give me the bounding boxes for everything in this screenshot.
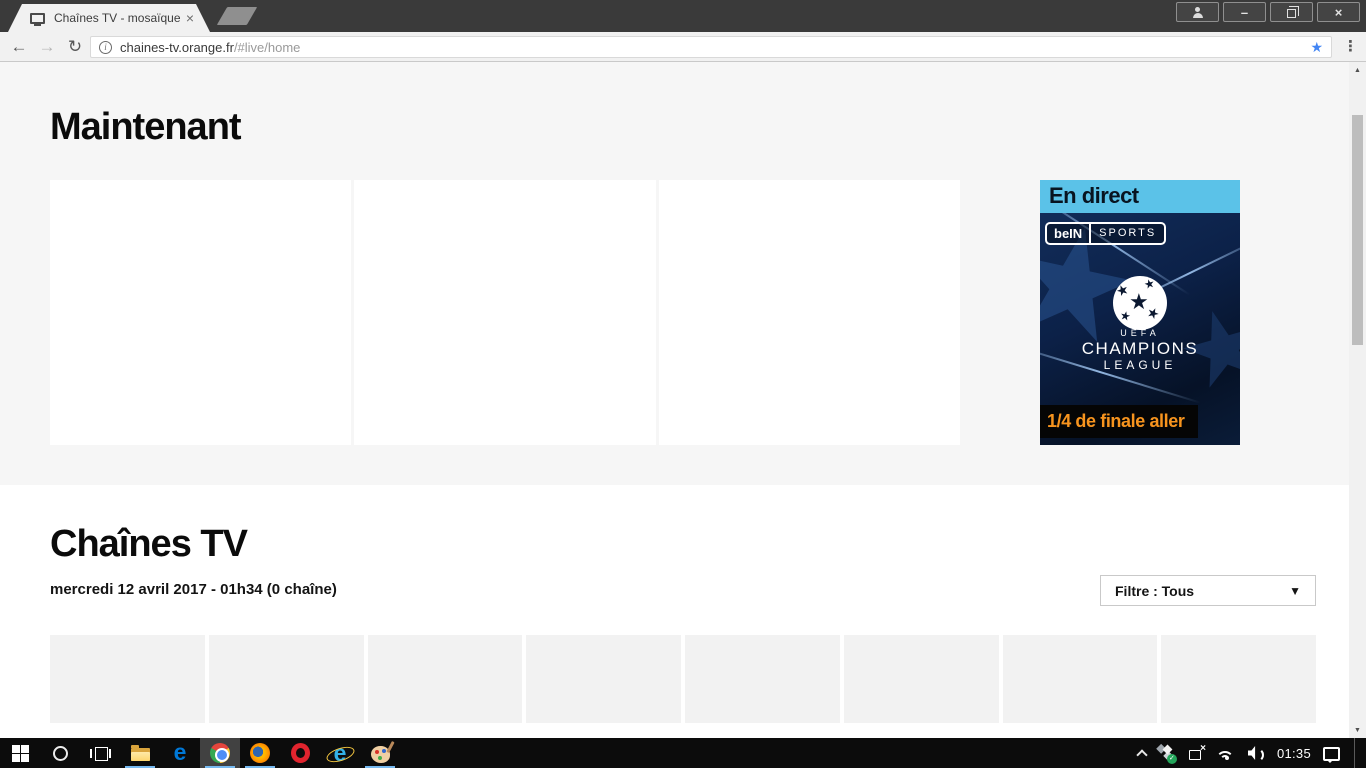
channel-tile[interactable]	[685, 635, 840, 723]
now-title: Maintenant	[50, 106, 242, 148]
task-view-icon	[89, 746, 111, 761]
channels-date-count: mercredi 12 avril 2017 - 01h34 (0 chaîne…	[50, 581, 337, 598]
url-text: chaines-tv.orange.fr/#live/home	[120, 40, 1302, 55]
restore-button[interactable]	[1270, 2, 1313, 22]
volume-icon[interactable]	[1248, 746, 1265, 762]
minimize-button[interactable]: –	[1223, 2, 1266, 22]
action-center-icon[interactable]	[1323, 746, 1340, 763]
forward-button[interactable]: →	[36, 35, 58, 59]
section-now: Maintenant ★ ★ En direct beIN SPORTS ★ ★ ★…	[0, 62, 1349, 485]
channel-tile[interactable]	[1002, 635, 1158, 723]
uefa-starball-icon: ★ ★ ★ ★ ★	[1113, 276, 1167, 330]
start-button[interactable]	[0, 738, 40, 768]
firefox-button[interactable]	[240, 738, 280, 768]
ad-footer-text: 1/4 de finale aller	[1040, 405, 1198, 438]
show-desktop-button[interactable]	[1354, 738, 1358, 768]
channel-tile[interactable]	[367, 635, 523, 723]
internet-explorer-icon	[329, 743, 351, 763]
windows-logo-icon	[11, 744, 29, 762]
filter-dropdown[interactable]: Filtre : Tous ▼	[1100, 575, 1316, 606]
internet-explorer-button[interactable]	[320, 738, 360, 768]
paint-button[interactable]	[360, 738, 400, 768]
paint-icon	[370, 745, 390, 763]
edge-button[interactable]	[160, 738, 200, 768]
cortana-search-button[interactable]	[40, 738, 80, 768]
league-wordmark: LEAGUE	[1103, 358, 1177, 372]
edge-icon	[174, 742, 187, 765]
page-info-icon[interactable]: i	[99, 40, 112, 54]
browser-menu-icon[interactable]: ⋮	[1343, 37, 1358, 55]
tab-close-icon[interactable]: ×	[186, 11, 194, 25]
taskbar-clock[interactable]: 01:35	[1277, 746, 1311, 761]
chrome-icon	[210, 743, 230, 763]
tab-title: Chaînes TV - mosaïque	[54, 11, 180, 25]
url-host: chaines-tv.orange.fr	[120, 39, 234, 55]
live-badge: En direct	[1040, 180, 1240, 213]
now-card[interactable]	[50, 180, 352, 445]
taskbar: 01:35	[0, 738, 1366, 768]
tray-expand-chevron-icon[interactable]	[1136, 749, 1148, 761]
new-tab-button[interactable]	[216, 7, 258, 25]
close-button[interactable]: ×	[1317, 2, 1360, 22]
window-controls: – ×	[1176, 2, 1360, 22]
browser-tab[interactable]: Chaînes TV - mosaïque ×	[8, 4, 210, 32]
opera-button[interactable]	[280, 738, 320, 768]
folder-icon	[130, 744, 150, 761]
channels-title: Chaînes TV	[50, 523, 248, 565]
sports-logo-text: SPORTS	[1099, 227, 1157, 239]
now-card[interactable]	[354, 180, 656, 445]
bein-sports-ad-banner[interactable]: ★ ★ En direct beIN SPORTS ★ ★ ★ ★ ★ UEFA CHA…	[1040, 180, 1240, 445]
bein-sports-logo: beIN SPORTS	[1045, 222, 1167, 245]
bookmark-star-icon[interactable]: ★	[1310, 39, 1323, 56]
now-cards	[50, 180, 960, 445]
chevron-down-icon: ▼	[1289, 583, 1301, 598]
system-tray: 01:35	[1130, 738, 1366, 768]
restore-icon	[1287, 5, 1299, 18]
channel-tile[interactable]	[208, 635, 364, 723]
ethernet-disconnected-icon[interactable]	[1188, 743, 1206, 760]
uefa-wordmark: UEFA	[1120, 328, 1160, 338]
now-card[interactable]	[658, 180, 960, 445]
browser-titlebar: Chaînes TV - mosaïque × – ×	[0, 0, 1366, 32]
scroll-down-icon[interactable]: ▼	[1349, 722, 1366, 738]
address-bar[interactable]: i chaines-tv.orange.fr/#live/home ★	[90, 36, 1332, 58]
person-icon	[1192, 6, 1204, 18]
scrollbar-thumb[interactable]	[1352, 115, 1363, 345]
browser-toolbar: ← → ↻ i chaines-tv.orange.fr/#live/home …	[0, 32, 1366, 62]
profile-button[interactable]	[1176, 2, 1219, 22]
filter-label: Filtre : Tous	[1115, 582, 1195, 599]
bein-logo-text: beIN	[1047, 224, 1092, 243]
chrome-button[interactable]	[200, 738, 240, 768]
task-view-button[interactable]	[80, 738, 120, 768]
back-button[interactable]: ←	[8, 35, 30, 59]
scroll-up-icon[interactable]: ▲	[1349, 62, 1366, 78]
channel-tile[interactable]	[1161, 635, 1316, 723]
channel-tile[interactable]	[843, 635, 999, 723]
page-content: Maintenant ★ ★ En direct beIN SPORTS ★ ★ ★…	[0, 62, 1366, 738]
screen: Chaînes TV - mosaïque × – × ← → ↻ i chai…	[0, 0, 1366, 768]
reload-button[interactable]: ↻	[64, 35, 86, 59]
cortana-icon	[52, 745, 68, 761]
section-channels: Chaînes TV mercredi 12 avril 2017 - 01h3…	[0, 485, 1349, 738]
opera-icon	[290, 743, 310, 763]
channel-tiles	[50, 635, 1316, 723]
url-path: /#live/home	[233, 39, 301, 55]
tray-app-sync-icon[interactable]	[1158, 745, 1177, 764]
file-explorer-button[interactable]	[120, 738, 160, 768]
channel-tile[interactable]	[50, 635, 205, 723]
champions-wordmark: CHAMPIONS	[1081, 339, 1199, 358]
firefox-icon	[250, 743, 270, 763]
wifi-icon[interactable]	[1217, 746, 1236, 760]
vertical-scrollbar[interactable]: ▲ ▼	[1349, 62, 1366, 738]
channel-tile[interactable]	[526, 635, 681, 723]
tv-favicon-icon	[30, 12, 45, 26]
